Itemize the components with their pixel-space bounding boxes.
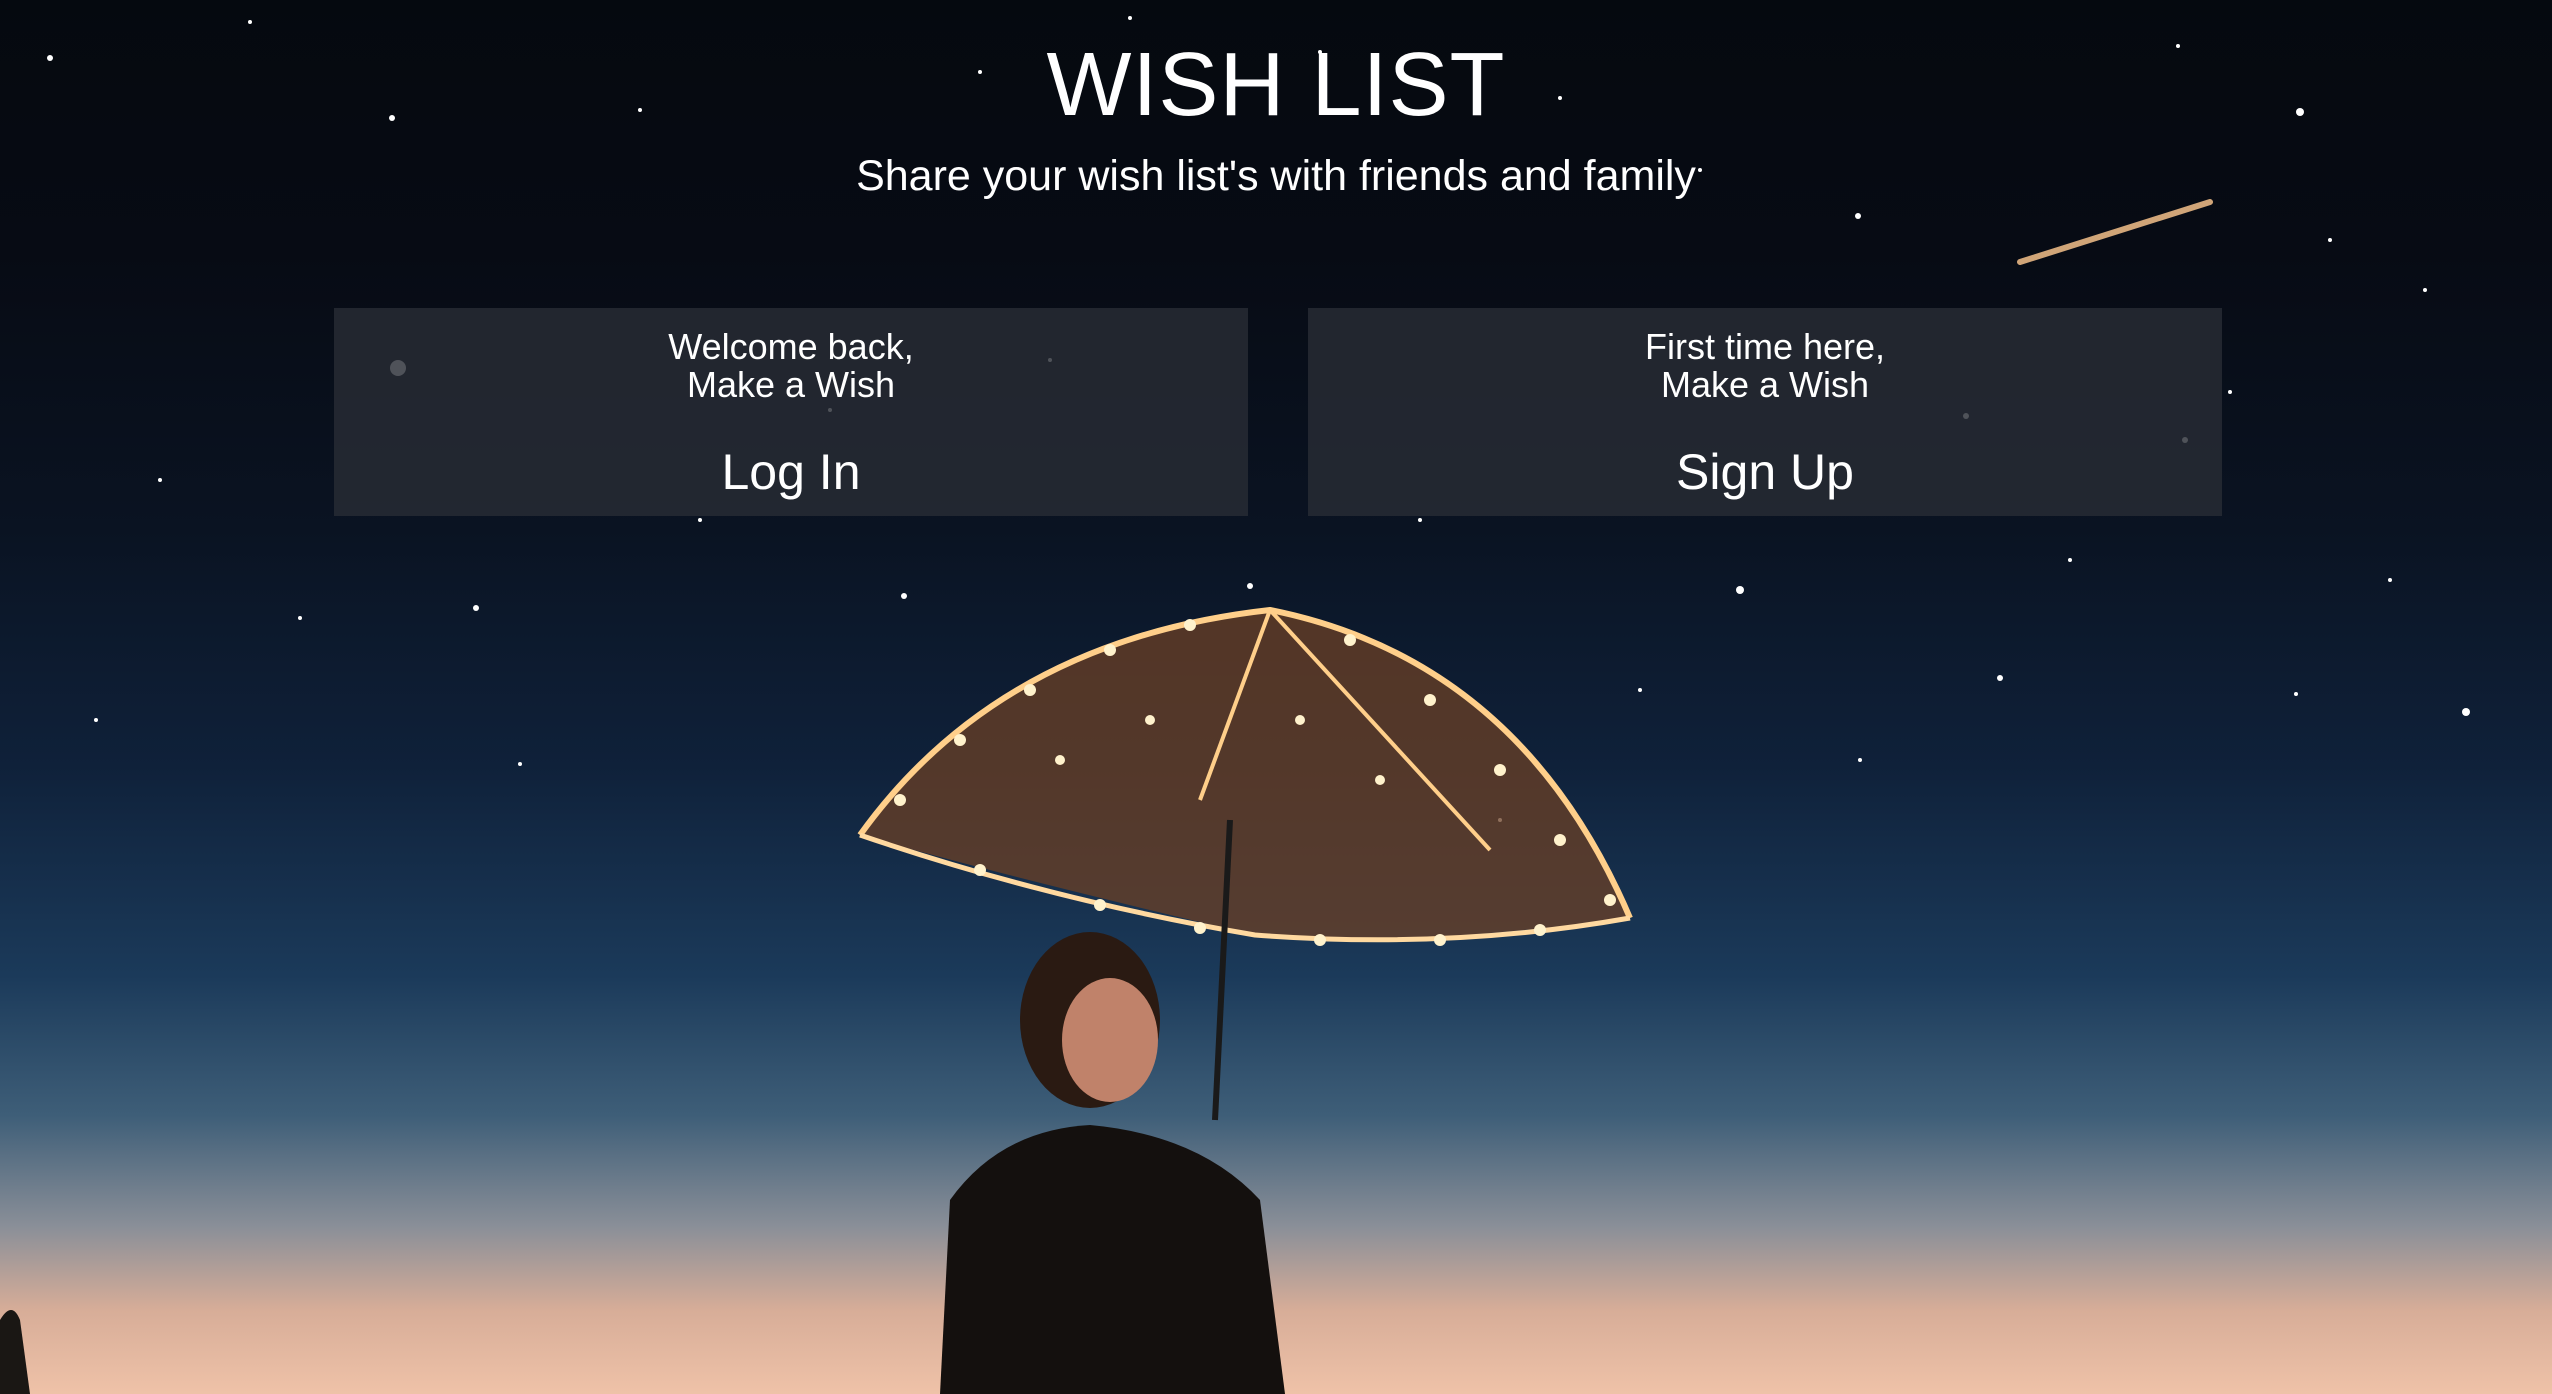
background-photo [0,0,2552,1394]
login-card[interactable]: Welcome back, Make a Wish Log In [334,308,1248,516]
login-button[interactable]: Log In [334,442,1248,502]
person-silhouette [940,932,1285,1394]
signup-greeting-line1: First time here, [1644,326,1886,367]
page-title: WISH LIST [1046,35,1506,135]
login-greeting-line1: Welcome back, [668,326,914,367]
umbrella-illustration [857,606,1633,1121]
signup-card[interactable]: First time here, Make a Wish Sign Up [1308,308,2222,516]
signup-button[interactable]: Sign Up [1308,442,2222,502]
signup-greeting-line2: Make a Wish [1660,364,1870,405]
night-sky-illustration [0,16,2470,1394]
shooting-star [2017,199,2213,265]
tree-silhouette [0,1310,30,1394]
login-greeting-line2: Make a Wish [686,364,896,405]
page-header: WISH LIST Share your wish list's with fr… [0,30,2552,202]
page-subtitle: Share your wish list's with friends and … [856,152,1696,200]
